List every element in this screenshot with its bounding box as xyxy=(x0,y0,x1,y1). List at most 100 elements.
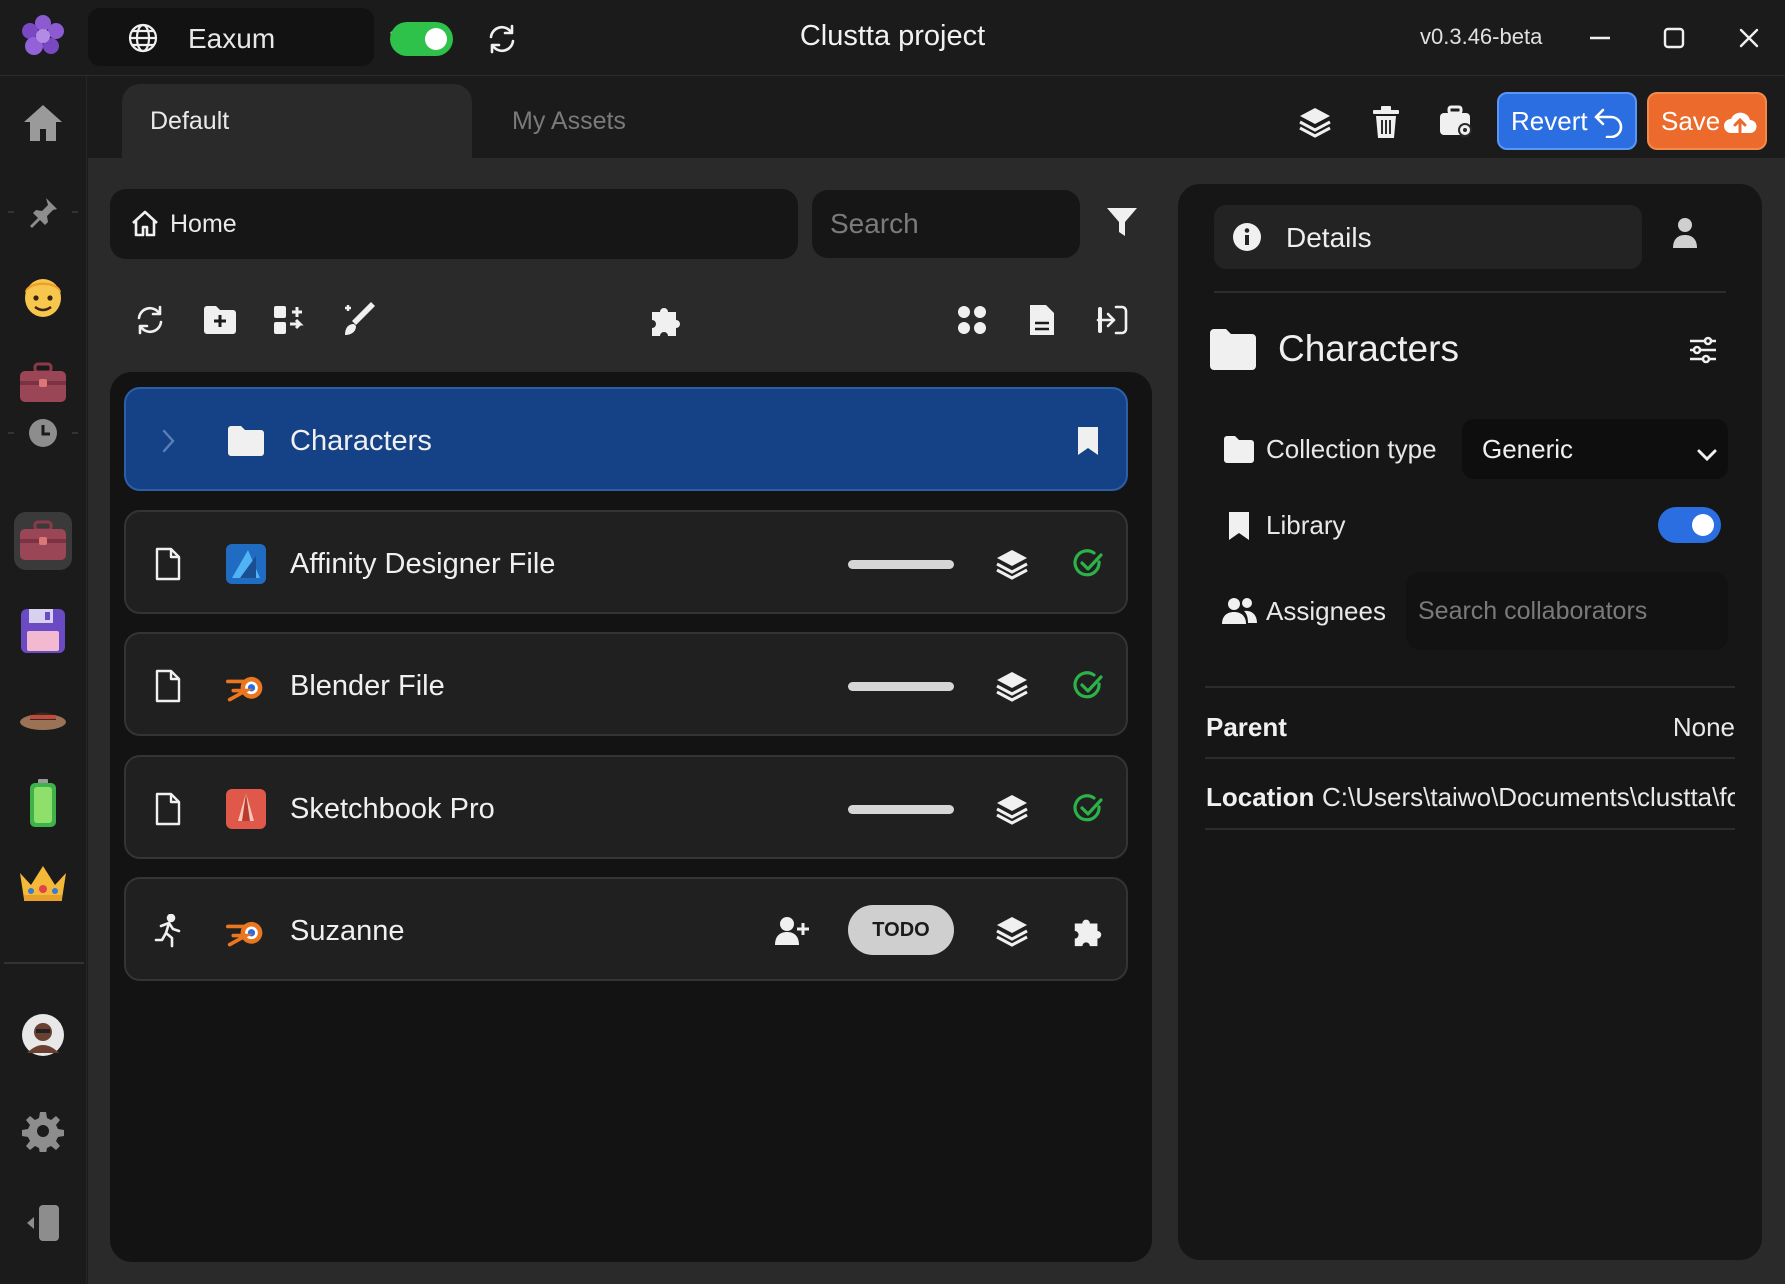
document-view-icon[interactable] xyxy=(1020,298,1064,342)
minimize-button[interactable] xyxy=(1580,18,1620,58)
blender-icon xyxy=(226,911,266,951)
layers-icon[interactable] xyxy=(992,544,1032,584)
collection-title: Characters xyxy=(1278,328,1459,369)
add-task-icon[interactable] xyxy=(268,298,312,342)
collapse-panel-icon[interactable] xyxy=(1090,298,1134,342)
divider xyxy=(1214,291,1726,293)
search-input[interactable]: Search xyxy=(812,190,1080,258)
sliders-icon[interactable] xyxy=(1688,336,1718,369)
parent-value: None xyxy=(1672,712,1735,742)
check-circle-icon[interactable] xyxy=(1068,666,1108,706)
title-bar: Eaxum Clustta project v0.3.46-beta xyxy=(0,0,1785,76)
tab-default[interactable]: Default xyxy=(122,84,472,158)
user-avatar[interactable] xyxy=(14,1006,72,1064)
briefcase-settings-icon[interactable] xyxy=(1432,98,1480,146)
collaborators-placeholder: Search collaborators xyxy=(1418,596,1648,625)
list-item-sketchbook-pro[interactable]: Sketchbook Pro xyxy=(124,755,1128,859)
assignees-label: Assignees xyxy=(1266,596,1386,626)
clustta-logo-icon xyxy=(20,14,66,60)
refresh-icon[interactable] xyxy=(485,22,519,56)
maximize-button[interactable] xyxy=(1654,18,1694,58)
magic-brush-icon[interactable] xyxy=(338,298,382,342)
running-figure-icon xyxy=(148,911,188,951)
folder-icon xyxy=(1222,434,1256,469)
chevron-right-icon[interactable] xyxy=(148,421,188,461)
progress-bar xyxy=(848,682,954,691)
list-item-suzanne[interactable]: Suzanne TODO xyxy=(124,877,1128,981)
workspace-name: Eaxum xyxy=(188,23,276,54)
item-name: Sketchbook Pro xyxy=(290,793,495,825)
file-icon xyxy=(148,789,188,829)
hat-icon[interactable] xyxy=(14,686,72,744)
home-icon[interactable] xyxy=(14,94,72,152)
divider xyxy=(1205,828,1735,830)
save-button[interactable]: Save xyxy=(1647,92,1767,150)
undo-arrow-icon xyxy=(1593,106,1625,139)
collapse-sidebar-icon[interactable] xyxy=(14,1194,72,1252)
library-toggle[interactable] xyxy=(1658,507,1721,543)
blender-icon xyxy=(226,666,266,706)
grid-view-icon[interactable] xyxy=(950,298,994,342)
breadcrumb-home[interactable]: Home xyxy=(170,210,237,239)
sync-toggle[interactable] xyxy=(390,22,453,56)
close-button[interactable] xyxy=(1729,18,1769,58)
layers-icon[interactable] xyxy=(992,789,1032,829)
home-icon xyxy=(130,209,160,242)
floppy-disk-icon[interactable] xyxy=(14,602,72,660)
rail-divider xyxy=(4,962,84,964)
trash-icon[interactable] xyxy=(1362,98,1410,146)
add-user-icon[interactable] xyxy=(772,911,812,951)
refresh-icon[interactable] xyxy=(128,298,172,342)
crown-icon[interactable] xyxy=(14,854,72,912)
progress-bar xyxy=(848,560,954,569)
collection-type-label: Collection type xyxy=(1266,434,1437,464)
item-name: Characters xyxy=(290,425,432,457)
breadcrumb[interactable]: Home xyxy=(110,189,798,259)
workspace-selector[interactable]: Eaxum xyxy=(88,8,416,66)
puzzle-icon[interactable] xyxy=(1068,911,1108,951)
revert-button-label: Revert xyxy=(1511,105,1588,136)
pin-icon[interactable] xyxy=(14,183,72,241)
location-label: Location xyxy=(1206,782,1315,812)
info-icon xyxy=(1232,222,1262,257)
folder-icon xyxy=(226,421,266,461)
list-item-characters[interactable]: Characters xyxy=(124,387,1128,491)
details-tab[interactable]: Details xyxy=(1214,205,1642,269)
puzzle-icon[interactable] xyxy=(644,298,688,342)
bookmark-icon[interactable] xyxy=(1068,421,1108,461)
settings-gear-icon[interactable] xyxy=(14,1102,72,1160)
details-tab-label: Details xyxy=(1286,222,1372,253)
check-circle-icon[interactable] xyxy=(1068,789,1108,829)
check-circle-icon[interactable] xyxy=(1068,544,1108,584)
progress-bar xyxy=(848,805,954,814)
revert-button[interactable]: Revert xyxy=(1497,92,1637,150)
character-avatar-icon[interactable] xyxy=(14,266,72,324)
search-collaborators-input[interactable]: Search collaborators xyxy=(1406,572,1728,650)
status-badge[interactable]: TODO xyxy=(848,905,954,955)
list-item-blender-file[interactable]: Blender File xyxy=(124,632,1128,736)
battery-icon[interactable] xyxy=(14,774,72,832)
toggle-knob xyxy=(1692,514,1714,536)
filter-icon[interactable] xyxy=(1104,204,1140,245)
version-label: v0.3.46-beta xyxy=(1420,24,1543,49)
cloud-upload-icon xyxy=(1723,106,1757,138)
person-icon[interactable] xyxy=(1672,217,1698,254)
history-icon[interactable] xyxy=(14,404,72,462)
parent-label: Parent xyxy=(1206,712,1287,742)
new-folder-icon[interactable] xyxy=(198,298,242,342)
item-name: Affinity Designer File xyxy=(290,548,556,580)
users-icon xyxy=(1222,596,1258,631)
file-icon xyxy=(148,544,188,584)
save-button-label: Save xyxy=(1661,105,1721,136)
layers-icon[interactable] xyxy=(992,666,1032,706)
divider xyxy=(1205,686,1735,688)
tab-my-assets[interactable]: My Assets xyxy=(484,84,784,158)
layers-icon[interactable] xyxy=(1291,98,1339,146)
affinity-designer-icon xyxy=(226,544,266,584)
chevron-down-icon xyxy=(1696,439,1718,470)
briefcase-active-icon[interactable] xyxy=(14,512,72,570)
list-item-affinity-designer-file[interactable]: Affinity Designer File xyxy=(124,510,1128,614)
layers-icon[interactable] xyxy=(992,911,1032,951)
collection-type-select[interactable]: Generic xyxy=(1462,419,1728,479)
location-value: C:\Users\taiwo\Documents\clustta\fo xyxy=(1322,782,1735,812)
